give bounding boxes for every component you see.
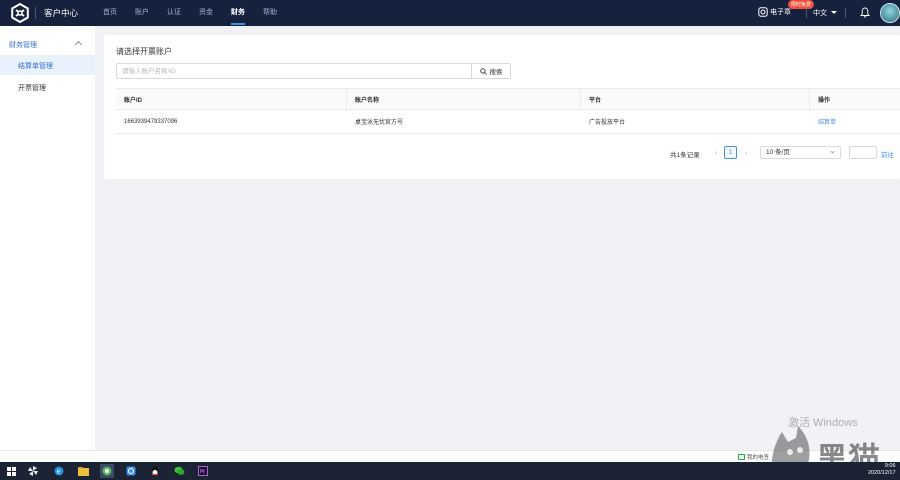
table-header: 账户ID 账户名称 平台 操作 xyxy=(116,88,900,110)
main-nav: 首页 账户 认证 资金 财务 帮助 xyxy=(94,0,286,26)
avatar[interactable] xyxy=(880,3,900,23)
total-count: 共1条记录 xyxy=(670,152,700,159)
header-divider xyxy=(35,7,36,19)
chevron-right-icon[interactable]: › xyxy=(740,147,752,159)
chevron-up-icon xyxy=(74,40,83,49)
sidebar-item-settlement[interactable]: 结算单管理 xyxy=(0,55,95,75)
edge-browser-icon[interactable]: e xyxy=(52,464,66,478)
column-header: 平台 xyxy=(581,89,810,109)
main-card: 请选择开票账户 搜索 账户ID 账户名称 平台 操作 1663939479337… xyxy=(104,35,900,179)
search-input[interactable] xyxy=(116,63,472,79)
page-size-value: 10 条/页 xyxy=(766,149,790,156)
top-header: 客户中心 首页 账户 认证 资金 财务 帮助 电子章 限时免费 中文 xyxy=(0,0,900,26)
table-row: 1663939479337096 桌宝泳无忧官方号 广告投放平台 结算单 xyxy=(116,110,900,134)
nav-item-home[interactable]: 首页 xyxy=(94,0,126,26)
sidebar: 财务管理 结算单管理 开票管理 xyxy=(0,26,95,450)
language-select[interactable]: 中文 xyxy=(813,8,827,18)
chevron-left-icon[interactable]: ‹ xyxy=(710,147,722,159)
page-footer: 我的电签 xyxy=(0,450,900,462)
premiere-icon[interactable]: Pr xyxy=(196,464,210,478)
sidebar-group-label: 财务管理 xyxy=(9,42,37,49)
sidebar-item-label: 结算单管理 xyxy=(18,63,53,70)
bell-icon[interactable] xyxy=(860,7,870,18)
search-icon xyxy=(479,67,487,75)
sidebar-item-label: 开票管理 xyxy=(18,85,46,92)
clock-date: 2020/12/17 xyxy=(868,470,896,476)
page-title: 请选择开票账户 xyxy=(116,47,172,56)
app-blue-icon[interactable] xyxy=(124,464,138,478)
ecover-label: 电子章 xyxy=(770,9,791,16)
chevron-down-icon[interactable] xyxy=(831,11,837,14)
column-header: 账户ID xyxy=(116,89,347,109)
my-cover-link[interactable]: 我的电签 xyxy=(738,453,769,461)
wechat-icon[interactable] xyxy=(172,464,186,478)
settlement-link[interactable]: 结算单 xyxy=(818,117,836,126)
ecover-button[interactable]: 电子章 xyxy=(758,7,791,17)
nav-item-finance[interactable]: 财务 xyxy=(222,0,254,26)
platform-cell: 广告投放平台 xyxy=(589,120,626,126)
chrome-like-icon[interactable] xyxy=(100,464,114,478)
account-name-cell: 桌宝泳无忧官方号 xyxy=(355,120,404,126)
taskbar-clock[interactable]: 9:06 2020/12/17 xyxy=(868,463,896,477)
nav-item-verification[interactable]: 认证 xyxy=(158,0,190,26)
accounts-table: 账户ID 账户名称 平台 操作 1663939479337096 桌宝泳无忧官方… xyxy=(116,88,900,134)
nav-item-account[interactable]: 账户 xyxy=(126,0,158,26)
svg-text:e: e xyxy=(57,468,61,476)
nav-item-funds[interactable]: 资金 xyxy=(190,0,222,26)
header-divider xyxy=(806,8,807,18)
app-title: 客户中心 xyxy=(44,8,79,18)
action-cell: 结算单 xyxy=(810,110,900,133)
pinwheel-icon[interactable] xyxy=(26,464,40,478)
search-button[interactable]: 搜索 xyxy=(471,63,511,79)
clock-time: 9:06 xyxy=(884,463,896,469)
page-jump-label: 前往 xyxy=(881,152,894,159)
qq-icon[interactable] xyxy=(148,464,162,478)
sidebar-item-invoice[interactable]: 开票管理 xyxy=(0,77,95,97)
sidebar-group-finance[interactable]: 财务管理 xyxy=(0,34,95,54)
column-header: 操作 xyxy=(818,97,831,104)
chevron-down-icon xyxy=(830,149,835,154)
ecover-icon xyxy=(758,7,768,17)
file-explorer-icon[interactable] xyxy=(76,464,90,478)
page-size-select[interactable]: 10 条/页 xyxy=(760,146,841,159)
account-id-cell: 1663939479337096 xyxy=(124,118,178,125)
search-button-label: 搜索 xyxy=(489,69,503,76)
cover-icon xyxy=(738,454,745,460)
windows-taskbar: e Pr 9:06 2020/12/17 xyxy=(0,462,900,480)
my-cover-label: 我的电签 xyxy=(747,455,770,461)
windows-start-icon[interactable] xyxy=(4,464,18,478)
column-header: 账户名称 xyxy=(347,89,581,109)
nav-item-help[interactable]: 帮助 xyxy=(254,0,286,26)
page-number-1[interactable]: 1 xyxy=(724,146,737,159)
page-jump-input[interactable] xyxy=(849,146,877,159)
logo-icon[interactable] xyxy=(10,2,30,24)
header-divider xyxy=(845,8,846,18)
free-badge: 限时免费 xyxy=(788,0,815,9)
